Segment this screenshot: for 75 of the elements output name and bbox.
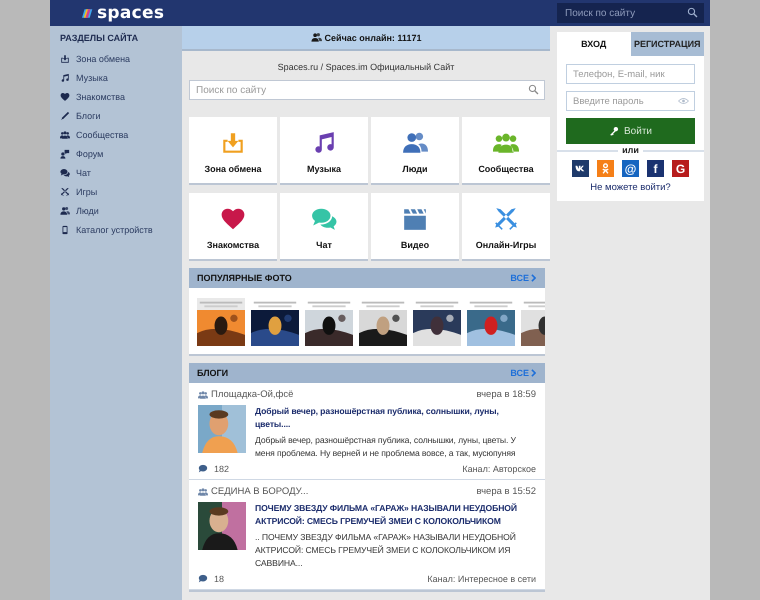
facebook-button[interactable]: f xyxy=(647,160,664,177)
sidebar-item[interactable]: Сообщества xyxy=(60,125,182,144)
section-tile[interactable]: Видео xyxy=(371,193,459,259)
vk-logo-icon xyxy=(575,163,586,174)
pen-icon xyxy=(60,110,70,120)
header-search-field[interactable]: Поиск по сайту xyxy=(557,3,704,23)
sidebar-item[interactable]: Люди xyxy=(60,201,182,220)
people-icon xyxy=(402,130,428,156)
login-button[interactable]: Войти xyxy=(566,118,695,144)
speech-person-icon xyxy=(60,148,70,158)
download-icon xyxy=(60,54,70,64)
sidebar-item[interactable]: Чат xyxy=(60,163,182,182)
comment-icon xyxy=(198,574,208,584)
logo-icon xyxy=(82,8,94,18)
tab[interactable]: РЕГИСТРАЦИЯ xyxy=(630,32,704,56)
section-tile[interactable]: Знакомства xyxy=(189,193,277,259)
group-icon xyxy=(60,130,70,140)
forgot-link[interactable]: Не можете войти? xyxy=(557,182,704,193)
section-tile[interactable]: Онлайн-Игры xyxy=(462,193,550,259)
crossed-swords-icon xyxy=(60,186,70,196)
community-link[interactable]: СЕДИНА В БОРОДУ... xyxy=(211,486,308,497)
online-count: Сейчас онлайн: 11171 xyxy=(324,32,422,42)
section-title: БЛОГИ xyxy=(197,368,228,378)
group-icon xyxy=(198,390,208,400)
channel-label: Канал: Интересное в сети xyxy=(427,574,536,584)
group-icon xyxy=(198,486,208,496)
chat-bubbles-icon xyxy=(60,168,70,178)
search-icon[interactable] xyxy=(687,7,698,18)
password-field[interactable]: Введите пароль xyxy=(566,91,695,111)
vk-button[interactable] xyxy=(572,160,589,177)
section-title: ПОПУЛЯРНЫЕ ФОТО xyxy=(197,273,292,283)
section-tile[interactable]: Люди xyxy=(371,117,459,183)
channel-label: Канал: Авторское xyxy=(462,464,536,474)
post-excerpt: Добрый вечер, разношёрстная публика, солнышки, луны, цветы. У меня проблема. Ну верней и не проблема вовсе, а так, мусюпуняя xyxy=(255,434,517,460)
site-title: Spaces.ru / Spaces.im Официальный Сайт xyxy=(276,62,456,72)
sidebar-item[interactable]: Каталог устройств xyxy=(60,220,182,239)
sidebar-item[interactable]: Музыка xyxy=(60,68,182,87)
logo-text[interactable]: spaces xyxy=(97,3,164,23)
chat-bubbles-icon xyxy=(311,206,337,232)
comment-count: 18 xyxy=(214,574,224,584)
crossed-swords-icon xyxy=(493,206,519,232)
mail-button[interactable]: @ xyxy=(622,160,639,177)
post-excerpt: .. ПОЧЕМУ ЗВЕЗДУ ФИЛЬМА «ГАРАЖ» НАЗЫВАЛИ НЕУДОБНОЙ АКТРИСОЙ: СМЕСЬ ГРЕМУЧЕЙ ЗМЕИ С КОЛОКОЛЬЧИКОМ ИЯ САВВИНА... xyxy=(255,531,517,570)
ok-button[interactable] xyxy=(597,160,614,177)
ok-logo-icon xyxy=(600,163,611,174)
phone-icon xyxy=(60,224,70,234)
post-title-link[interactable]: ПОЧЕМУ ЗВЕЗДУ ФИЛЬМА «ГАРАЖ» НАЗЫВАЛИ НЕУДОБНОЙ АКТРИСОЙ: СМЕСЬ ГРЕМУЧЕЙ ЗМЕИ С КОЛОКОЛЬЧИКОМ xyxy=(255,502,536,528)
comment-count: 182 xyxy=(214,464,230,474)
sidebar-item[interactable]: Знакомства xyxy=(60,87,182,106)
sidebar-item[interactable]: Игры xyxy=(60,182,182,201)
search-icon[interactable] xyxy=(528,84,539,95)
section-tile[interactable]: Чат xyxy=(280,193,368,259)
sidebar-item[interactable]: Форум xyxy=(60,144,182,163)
key-icon xyxy=(609,126,619,136)
chevron-right-icon xyxy=(531,274,536,282)
heart-icon xyxy=(220,206,246,232)
google-button[interactable]: G xyxy=(672,160,689,177)
people-icon xyxy=(310,32,322,43)
login-field[interactable]: Телефон, E-mail, ник xyxy=(566,64,695,84)
post-time: вчера в 18:59 xyxy=(476,389,536,400)
search-field[interactable]: Поиск по сайту xyxy=(189,80,545,100)
sidebar-item[interactable]: Блоги xyxy=(60,106,182,125)
people-icon xyxy=(60,206,70,216)
sidebar-item[interactable]: Зона обмена xyxy=(60,49,182,68)
community-link[interactable]: Площадка-Ой,фсё xyxy=(211,389,294,400)
chevron-right-icon xyxy=(531,369,536,377)
section-tile[interactable]: Музыка xyxy=(280,117,368,183)
section-tile[interactable]: Зона обмена xyxy=(189,117,277,183)
post-time: вчера в 15:52 xyxy=(476,486,536,497)
post-title-link[interactable]: Добрый вечер, разношёрстная публика, солнышки, луны, цветы.... xyxy=(255,405,536,431)
section-tile[interactable]: Сообщества xyxy=(462,117,550,183)
music-note-icon xyxy=(60,72,70,82)
sidebar-title: РАЗДЕЛЫ САЙТА xyxy=(60,33,140,43)
heart-icon xyxy=(60,92,70,102)
comment-icon xyxy=(198,464,208,474)
